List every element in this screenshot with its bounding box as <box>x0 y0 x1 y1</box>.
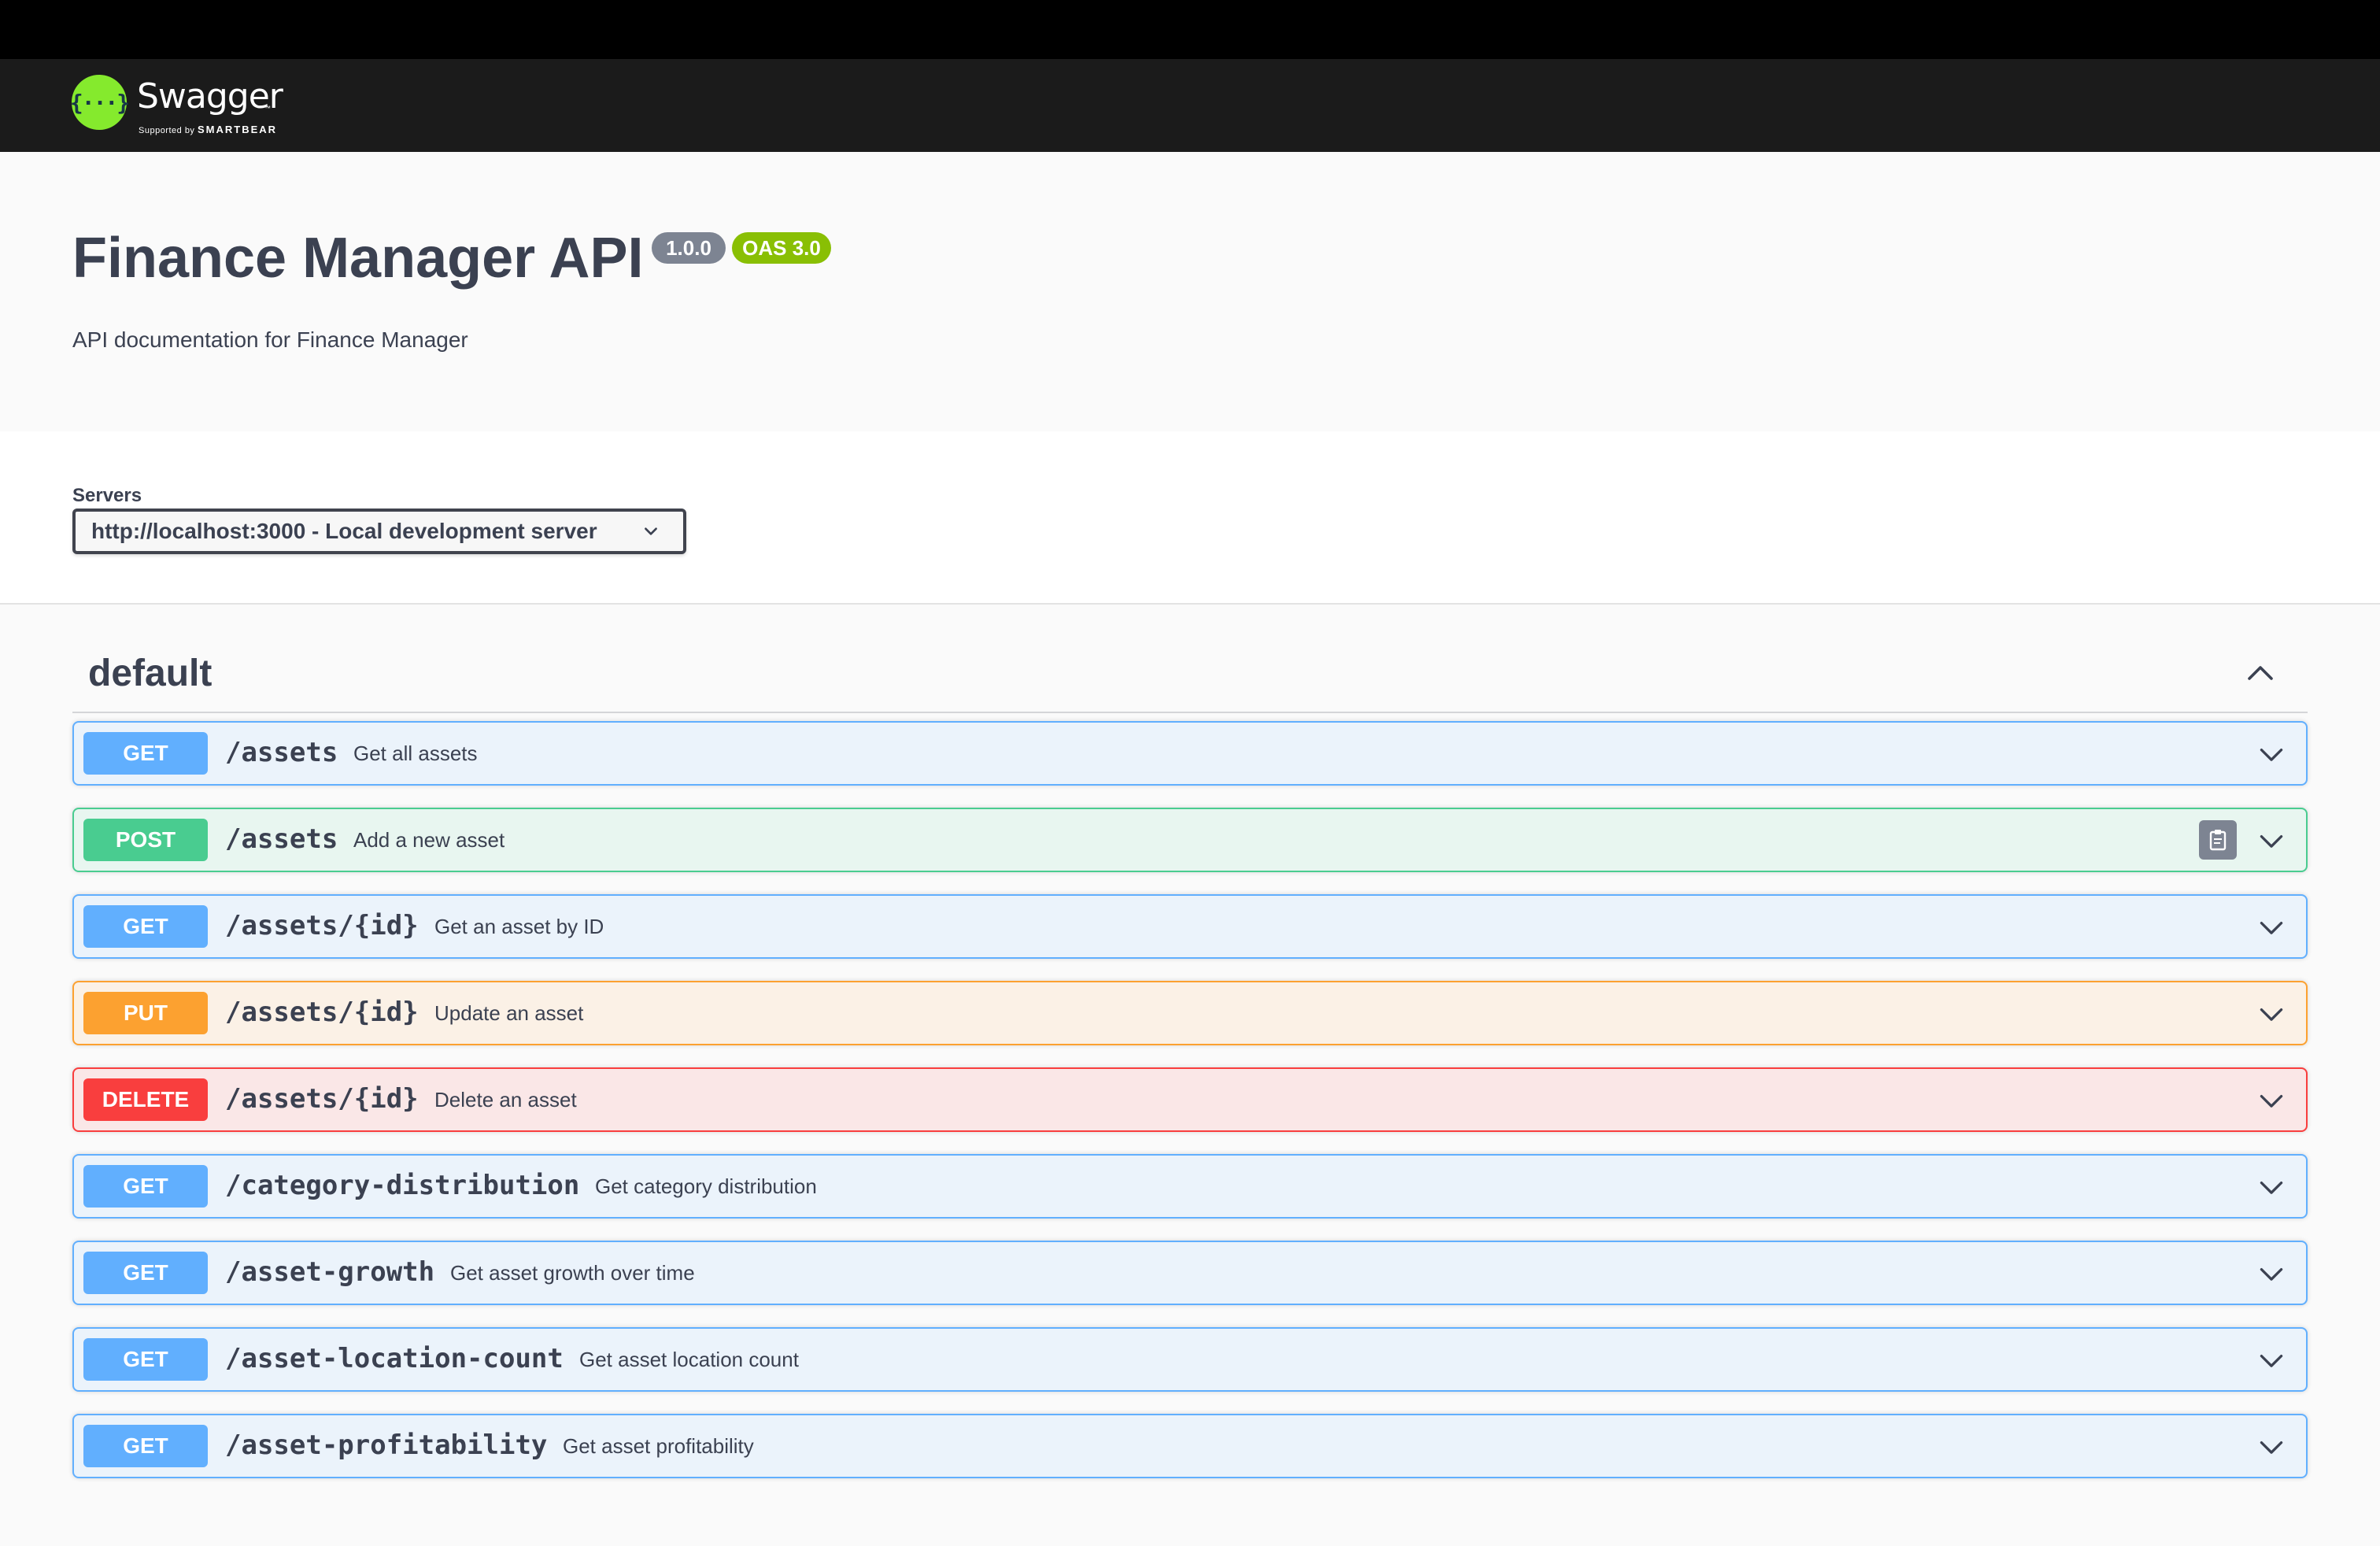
operation-row-get[interactable]: GET/asset-growth Get asset growth over ti… <box>72 1241 2308 1305</box>
trademark-mark: ™ <box>264 105 271 112</box>
operation-path: /category-distribution <box>225 1170 580 1201</box>
operation-path: /assets <box>225 823 338 855</box>
tag-name: default <box>88 653 213 694</box>
supported-by-smartbear: Supported by SMARTBEAR <box>139 124 277 135</box>
operation-summary: Get category distribution <box>595 1174 817 1198</box>
chevron-down-icon[interactable] <box>2257 1000 2286 1028</box>
chevron-down-icon[interactable] <box>2257 1259 2286 1288</box>
swagger-logo-icon[interactable]: {···} <box>70 75 130 130</box>
operation-summary: Get asset profitability <box>563 1434 754 1458</box>
method-badge: DELETE <box>83 1078 208 1121</box>
browser-top-strip <box>0 0 2380 59</box>
smartbear-label: SMARTBEAR <box>198 124 278 135</box>
method-badge: GET <box>83 1425 208 1467</box>
operation-row-delete[interactable]: DELETE/assets/{id} Delete an asset <box>72 1067 2308 1132</box>
operation-summary: Add a new asset <box>353 828 505 852</box>
operation-path: /assets/{id} <box>225 910 419 941</box>
chevron-down-icon[interactable] <box>2257 1346 2286 1374</box>
operation-row-get[interactable]: GET/asset-location-count Get asset locati… <box>72 1327 2308 1392</box>
operation-summary: Get asset location count <box>579 1348 799 1371</box>
chevron-up-icon[interactable] <box>2245 658 2276 690</box>
copy-to-clipboard-icon[interactable] <box>2199 820 2237 860</box>
operation-summary: Get an asset by ID <box>434 915 604 938</box>
operation-row-get[interactable]: GET/assets Get all assets <box>72 721 2308 786</box>
operation-summary: Get asset growth over time <box>450 1261 695 1285</box>
method-badge: POST <box>83 819 208 861</box>
operation-path: /assets/{id} <box>225 997 419 1028</box>
chevron-down-icon[interactable] <box>2257 740 2286 768</box>
operation-row-put[interactable]: PUT/assets/{id} Update an asset <box>72 981 2308 1045</box>
operation-row-post[interactable]: POST/assets Add a new asset <box>72 808 2308 872</box>
operation-path: /asset-profitability <box>225 1429 548 1461</box>
page-title: Finance Manager API <box>72 227 644 290</box>
operation-row-get[interactable]: GET/assets/{id} Get an asset by ID <box>72 894 2308 959</box>
operation-path: /assets <box>225 737 338 768</box>
servers-label: Servers <box>72 485 142 506</box>
operation-summary: Delete an asset <box>434 1088 577 1111</box>
operation-row-get[interactable]: GET/category-distribution Get category di… <box>72 1154 2308 1219</box>
chevron-down-icon <box>645 527 657 535</box>
chevron-down-icon[interactable] <box>2257 1433 2286 1461</box>
swagger-logo-text[interactable]: Swagger <box>137 76 283 117</box>
oas-badge: OAS 3.0 <box>732 232 831 264</box>
operation-path: /asset-growth <box>225 1256 435 1288</box>
servers-selected-value: http://localhost:3000 - Local developmen… <box>91 519 597 543</box>
version-badge: 1.0.0 <box>652 232 726 264</box>
tag-section-header[interactable]: default <box>72 644 2308 713</box>
chevron-down-icon[interactable] <box>2257 913 2286 941</box>
operation-summary: Get all assets <box>353 742 478 765</box>
supported-by-label: Supported by <box>139 126 195 135</box>
servers-section: Servers http://localhost:3000 - Local de… <box>0 431 2380 605</box>
method-badge: GET <box>83 732 208 775</box>
chevron-down-icon[interactable] <box>2257 827 2286 855</box>
operation-path: /assets/{id} <box>225 1083 419 1115</box>
chevron-down-icon[interactable] <box>2257 1173 2286 1201</box>
method-badge: GET <box>83 1338 208 1381</box>
method-badge: GET <box>83 1252 208 1294</box>
chevron-down-icon[interactable] <box>2257 1086 2286 1115</box>
method-badge: PUT <box>83 992 208 1034</box>
operation-path: /asset-location-count <box>225 1343 564 1374</box>
method-badge: GET <box>83 1165 208 1208</box>
servers-select[interactable]: http://localhost:3000 - Local developmen… <box>72 509 686 554</box>
operation-row-get[interactable]: GET/asset-profitability Get asset profita… <box>72 1414 2308 1478</box>
api-info-section: Finance Manager API 1.0.0 OAS 3.0 API do… <box>0 152 2380 431</box>
swagger-topbar: {···} Swagger ™ Supported by SMARTBEAR <box>0 59 2380 152</box>
operation-summary: Update an asset <box>434 1001 584 1025</box>
method-badge: GET <box>83 905 208 948</box>
api-description: API documentation for Finance Manager <box>72 327 468 352</box>
